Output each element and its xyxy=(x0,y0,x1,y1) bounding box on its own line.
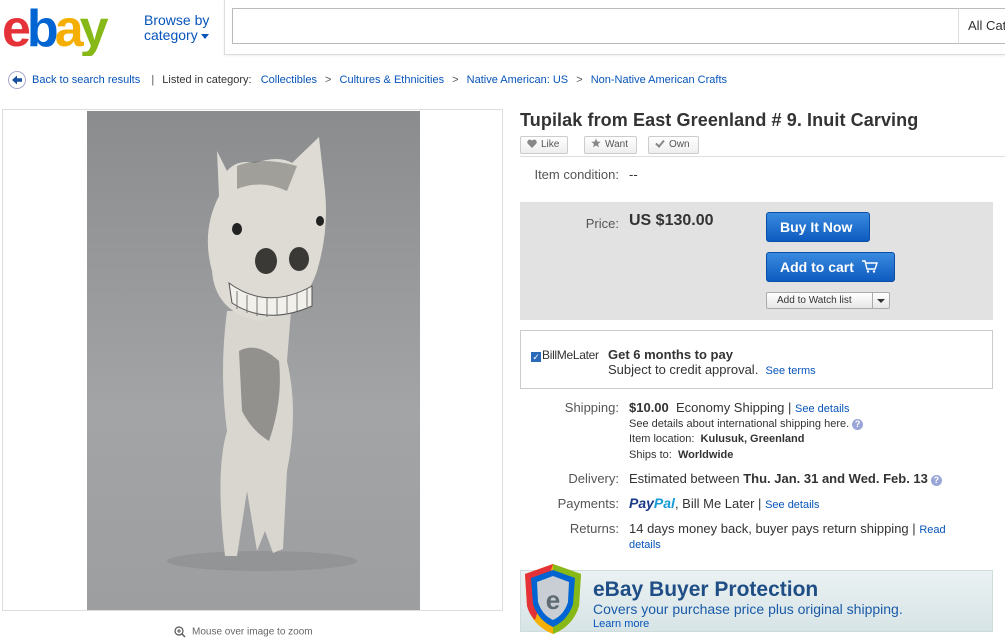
shipping-label: Shipping: xyxy=(564,400,619,415)
browse-label-line1: Browse by xyxy=(144,12,210,28)
search-input[interactable] xyxy=(232,8,959,44)
returns-label: Returns: xyxy=(569,521,619,536)
browse-label-line2: category xyxy=(144,27,198,43)
item-photo[interactable] xyxy=(87,111,420,610)
star-icon xyxy=(591,138,601,148)
own-label: Own xyxy=(669,139,690,150)
price-label: Price: xyxy=(585,216,619,231)
breadcrumb-item-collectibles[interactable]: Collectibles xyxy=(261,74,317,86)
chevron-down-icon xyxy=(200,33,209,39)
ebay-logo[interactable]: ebay xyxy=(2,0,136,58)
condition-value: -- xyxy=(629,167,638,182)
breadcrumb-separator: > xyxy=(325,74,332,86)
item-title: Tupilak from East Greenland # 9. Inuit C… xyxy=(520,110,919,130)
svg-text:e: e xyxy=(546,585,560,615)
shipping-see-details-link[interactable]: See details xyxy=(795,403,849,415)
want-button[interactable]: Want xyxy=(584,136,637,154)
breadcrumb-separator: > xyxy=(452,74,459,86)
price-value: US $130.00 xyxy=(629,212,714,229)
bml-headline: Get 6 months to pay xyxy=(608,347,733,362)
bml-logo-text: BillMeLater xyxy=(542,348,599,362)
watch-dropdown-icon[interactable] xyxy=(872,293,889,308)
bill-me-later-logo: ✓ BillMeLater xyxy=(531,348,599,362)
returns-policy: 14 days money back, buyer pays return sh… xyxy=(629,521,946,536)
delivery-estimate: Estimated between Thu. Jan. 31 and Wed. … xyxy=(629,471,942,486)
checkmark-icon xyxy=(655,139,665,148)
checkbox-icon: ✓ xyxy=(531,352,541,362)
buy-it-now-button[interactable]: Buy It Now xyxy=(766,212,870,242)
buyer-protection-shield-icon: e xyxy=(521,562,585,636)
intl-shipping-note: See details about international shipping… xyxy=(629,418,864,430)
breadcrumb-separator: > xyxy=(576,74,583,86)
shipping-cost: $10.00 xyxy=(629,400,669,415)
own-button[interactable]: Own xyxy=(648,136,699,154)
see-terms-link[interactable]: See terms xyxy=(766,365,816,377)
breadcrumb-item-cultures[interactable]: Cultures & Ethnicities xyxy=(340,74,445,86)
like-button[interactable]: Like xyxy=(520,136,569,154)
help-icon[interactable]: ? xyxy=(852,419,864,430)
add-to-cart-label: Add to cart xyxy=(780,259,854,275)
svg-text:ebay: ebay xyxy=(2,2,109,56)
heart-icon xyxy=(527,139,537,148)
help-icon[interactable]: ? xyxy=(930,475,942,486)
category-select[interactable]: All Cat xyxy=(958,8,1005,44)
like-label: Like xyxy=(541,139,560,150)
payments-label: Payments: xyxy=(557,496,619,511)
listed-in-label: Listed in category: xyxy=(162,74,252,86)
item-location: Item location: Kulusuk, Greenland xyxy=(629,433,805,445)
paypal-logo: PayPal xyxy=(629,495,675,511)
condition-label: Item condition: xyxy=(534,167,619,182)
bml-subline: Subject to credit approval. See terms xyxy=(608,362,816,377)
breadcrumb-item-native-american[interactable]: Native American: US xyxy=(467,74,568,86)
payments-see-details-link[interactable]: See details xyxy=(765,499,819,511)
add-to-watch-list-button[interactable]: Add to Watch list xyxy=(766,292,890,309)
learn-more-link[interactable]: Learn more xyxy=(593,618,649,630)
delivery-dates: Thu. Jan. 31 and Wed. Feb. 13 xyxy=(743,471,928,486)
delivery-label: Delivery: xyxy=(568,471,619,486)
bml-sub-text: Subject to credit approval. xyxy=(608,362,759,377)
watch-label: Add to Watch list xyxy=(777,295,852,306)
zoom-hint-text: Mouse over image to zoom xyxy=(192,626,313,638)
breadcrumb: Back to search results | Listed in categ… xyxy=(32,74,728,86)
title-divider xyxy=(520,156,1005,157)
back-arrow-icon[interactable] xyxy=(8,71,26,89)
buy-it-now-label: Buy It Now xyxy=(780,219,853,235)
browse-by-category[interactable]: Browse by category xyxy=(144,13,209,43)
add-to-cart-button[interactable]: Add to cart xyxy=(766,252,895,282)
payments-methods: PayPal, Bill Me Later | See details xyxy=(629,495,820,511)
ships-to-value: Worldwide xyxy=(677,449,734,461)
returns-details-link[interactable]: details xyxy=(629,539,661,551)
want-label: Want xyxy=(605,139,628,150)
ships-to: Ships to: Worldwide xyxy=(629,449,734,461)
breadcrumb-item-non-native-crafts[interactable]: Non-Native American Crafts xyxy=(591,74,727,86)
buyer-protection-title: eBay Buyer Protection xyxy=(593,578,819,601)
shipping-line: $10.00 Economy Shipping | See details xyxy=(629,400,850,415)
magnifier-icon xyxy=(174,626,186,638)
item-location-value: Kulusuk, Greenland xyxy=(700,433,805,445)
buyer-protection-subtitle: Covers your purchase price plus original… xyxy=(593,601,903,617)
shipping-service: Economy Shipping xyxy=(676,400,785,415)
back-to-search-link[interactable]: Back to search results xyxy=(32,74,140,86)
zoom-hint: Mouse over image to zoom xyxy=(174,626,313,638)
returns-read-link[interactable]: Read xyxy=(919,524,945,536)
cart-icon xyxy=(861,260,878,273)
